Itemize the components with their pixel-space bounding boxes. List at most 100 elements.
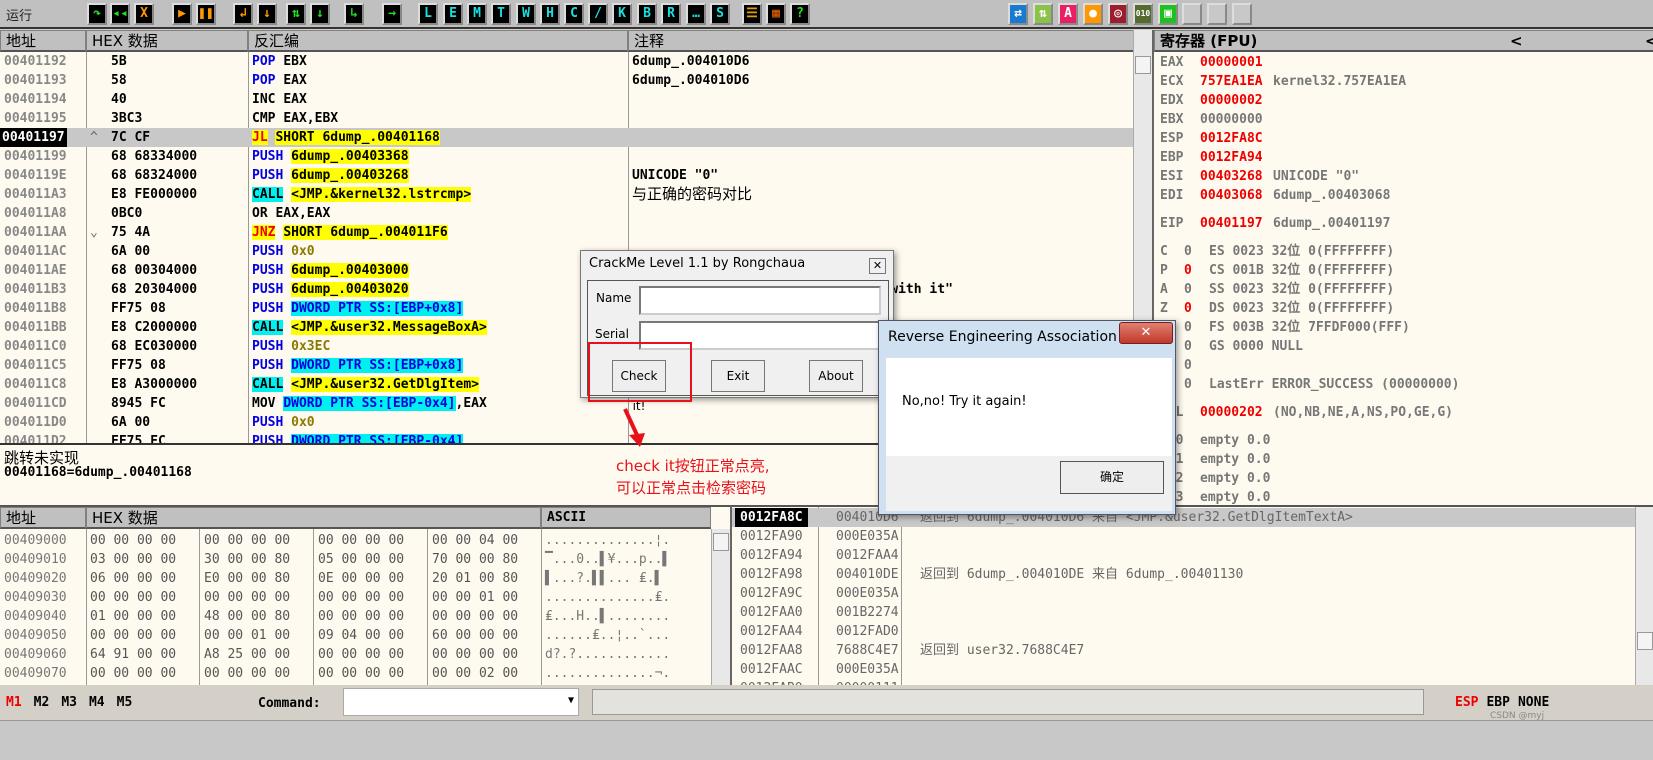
mark-m2[interactable]: M2 <box>34 695 50 710</box>
register-edx[interactable]: EDX 00000002 <box>1160 91 1263 110</box>
toolbar-button-run[interactable]: ↷ <box>87 3 107 25</box>
toolbar-button-t[interactable]: T <box>491 3 511 25</box>
disasm-row[interactable]: 004011A3 E8 FE000000 CALL <JMP.&kernel32.l… <box>0 185 1134 204</box>
toolbar-button-close[interactable]: X <box>134 3 154 25</box>
stack-row[interactable]: 0012FA8C 004010D6 返回到 6dump_.004010D6 来自 <… <box>732 508 1635 527</box>
scroll-thumb[interactable] <box>1637 632 1653 650</box>
collapse-left-icon-2[interactable]: < <box>1645 31 1653 51</box>
stack-row[interactable]: 0012FAA8 7688C4E7 返回到 user32.7688C4E7 <box>732 641 1635 660</box>
toolbar-button-m[interactable]: M <box>467 3 487 25</box>
stack-row[interactable]: 0012FA90 000E035A <box>732 527 1635 546</box>
col-header-address[interactable]: 地址 <box>0 30 86 52</box>
disasm-row[interactable]: 0040119E 68 68324000 PUSH 6dump_.00403268 U… <box>0 166 1134 185</box>
col-header-hex[interactable]: HEX 数据 <box>86 30 248 52</box>
register-eax[interactable]: EAX 00000001 <box>1160 53 1263 72</box>
disasm-row[interactable]: 00401192 5B POP EBX 6dump_.004010D6 <box>0 52 1134 71</box>
toolbar-button-slash[interactable]: / <box>588 3 608 25</box>
toolbar-button-rewind[interactable]: ◂◂ <box>110 3 130 25</box>
toolbar-button-l[interactable]: L <box>418 3 438 25</box>
register-edi[interactable]: EDI 00403068 6dump_.00403068 <box>1160 186 1390 205</box>
stack-scrollbar[interactable] <box>1635 507 1653 685</box>
toolbar-button-s[interactable]: S <box>710 3 730 25</box>
col-header-comment[interactable]: 注释 <box>628 30 1134 52</box>
name-input[interactable] <box>639 286 881 315</box>
toolbar-button-c[interactable]: C <box>564 3 584 25</box>
plugin-button-record[interactable]: ● <box>1083 3 1103 25</box>
stack-row[interactable]: 0012FA98 004010DE 返回到 6dump_.004010DE 来自 6… <box>732 565 1635 584</box>
about-button[interactable]: About <box>809 360 863 392</box>
disasm-row[interactable]: 004011AE68 00304000PUSH 6dump_.00403000"… <box>0 261 1134 280</box>
register-z[interactable]: Z 0 DS 0023 32位 0(FFFFFFFF) <box>1160 299 1394 318</box>
reg-selector-none[interactable]: NONE <box>1518 695 1549 710</box>
toolbar-button-step-into[interactable]: ↲ <box>233 3 253 25</box>
plugin-button-updown[interactable]: ⇅ <box>1033 3 1053 25</box>
toolbar-button-w[interactable]: W <box>516 3 536 25</box>
dump-row[interactable]: 00409070 00 00 00 00 00 00 00 00 00 00 00 0… <box>0 664 711 683</box>
disasm-row[interactable]: 00401193 58 POP EAX 6dump_.004010D6 <box>0 71 1134 90</box>
scroll-thumb[interactable] <box>1135 56 1151 74</box>
toolbar-button-step-over[interactable]: ↓ <box>257 3 277 25</box>
register-ecx[interactable]: ECX 757EA1EA kernel32.757EA1EA <box>1160 72 1406 91</box>
toolbar-button-e[interactable]: E <box>443 3 463 25</box>
disasm-row[interactable]: 00401194 40 INC EAX <box>0 90 1134 109</box>
empty-toolbar-slot[interactable] <box>1232 3 1252 25</box>
toolbar-button-h[interactable]: H <box>540 3 560 25</box>
close-icon[interactable]: ✕ <box>869 258 886 274</box>
mark-m5[interactable]: M5 <box>117 695 133 710</box>
toolbar-button-list[interactable]: ☰ <box>742 3 762 25</box>
dump-row[interactable]: 00409010 03 00 00 00 30 00 00 80 05 00 00 0… <box>0 550 711 569</box>
dump-row[interactable]: 00409020 06 00 00 00 E0 00 00 80 0E 00 00 0… <box>0 569 711 588</box>
dump-header-hex[interactable]: HEX 数据 <box>86 507 541 529</box>
stack-row[interactable]: 0012FA9C 000E035A <box>732 584 1635 603</box>
empty-toolbar-slot[interactable] <box>1207 3 1227 25</box>
register-ebp[interactable]: EBP 0012FA94 <box>1160 148 1263 167</box>
disasm-row[interactable]: 004011A8 0BC0 OR EAX,EAX <box>0 204 1134 223</box>
empty-toolbar-slot[interactable] <box>1182 3 1202 25</box>
exit-button[interactable]: Exit <box>711 360 765 392</box>
collapse-left-icon[interactable]: < <box>1510 31 1523 51</box>
reg-selector-esp[interactable]: ESP <box>1455 695 1478 710</box>
register-esi[interactable]: ESI 00403268 UNICODE "0" <box>1160 167 1359 186</box>
plugin-button-window[interactable]: ▣ <box>1158 3 1178 25</box>
dump-row[interactable]: 00409030 00 00 00 00 00 00 00 00 00 00 00 0… <box>0 588 711 607</box>
disasm-row[interactable]: 004011B368 20304000PUSH 6dump_.00403020"… <box>0 280 1134 299</box>
plugin-button-swap[interactable]: ⇄ <box>1008 3 1028 25</box>
disasm-row[interactable]: 004011B8 FF75 08 PUSH DWORD PTR SS:[EBP+0x… <box>0 299 1134 318</box>
dropdown-arrow-icon[interactable]: ▼ <box>568 695 574 706</box>
toolbar-button-r[interactable]: R <box>661 3 681 25</box>
dump-row[interactable]: 00409060 64 91 00 00 A8 25 00 00 00 00 00 0… <box>0 645 711 664</box>
toolbar-button-grid[interactable]: ▦ <box>766 3 786 25</box>
dump-row[interactable]: 00409050 00 00 00 00 00 00 01 00 09 04 00 0… <box>0 626 711 645</box>
reg-selector-ebp[interactable]: EBP <box>1486 695 1509 710</box>
dump-row[interactable]: 00409040 01 00 00 00 48 00 00 80 00 00 00 0… <box>0 607 711 626</box>
toolbar-button-dots[interactable]: … <box>686 3 706 25</box>
dump-scrollbar[interactable] <box>711 529 730 685</box>
close-icon[interactable]: ✕ <box>1119 322 1173 344</box>
plugin-button-target[interactable]: ◎ <box>1108 3 1128 25</box>
toolbar-button-b[interactable]: B <box>637 3 657 25</box>
stack-row[interactable]: 0012FA94 0012FAA4 <box>732 546 1635 565</box>
toolbar-button-go-to[interactable]: → <box>382 3 402 25</box>
register-c[interactable]: C 0 ES 0023 32位 0(FFFFFFFF) <box>1160 242 1394 261</box>
stack-row[interactable]: 0012FAA0 001B2274 <box>732 603 1635 622</box>
toolbar-button-k[interactable]: K <box>612 3 632 25</box>
disasm-row[interactable]: 00401197 ^ 7C CF JL SHORT 6dump_.00401168 <box>0 128 1134 147</box>
toolbar-button-trace-over[interactable]: ↓ <box>310 3 330 25</box>
plugin-button-a[interactable]: A <box>1058 3 1078 25</box>
toolbar-button-pause[interactable]: ❚❚ <box>196 3 216 25</box>
register-ebx[interactable]: EBX 00000000 <box>1160 110 1263 129</box>
disasm-row[interactable]: 00401195 3BC3 CMP EAX,EBX <box>0 109 1134 128</box>
dump-header-ascii[interactable]: ASCII <box>541 507 711 529</box>
register-esp[interactable]: ESP 0012FA8C <box>1160 129 1263 148</box>
mark-m3[interactable]: M3 <box>61 695 77 710</box>
register-a[interactable]: A 0 SS 0023 32位 0(FFFFFFFF) <box>1160 280 1394 299</box>
mark-m1[interactable]: M1 <box>6 695 22 710</box>
ok-button[interactable]: 确定 <box>1060 461 1164 494</box>
disasm-row[interactable]: 004011AC 6A 00 PUSH 0x0 <box>0 242 1134 261</box>
disasm-row[interactable]: 00401199 68 68334000 PUSH 6dump_.00403368 <box>0 147 1134 166</box>
col-header-disassembly[interactable]: 反汇编 <box>248 30 628 52</box>
stack-row[interactable]: 0012FAB0 00000111 <box>732 679 1635 685</box>
toolbar-button-help[interactable]: ? <box>790 3 810 25</box>
scroll-thumb[interactable] <box>713 533 729 551</box>
command-input[interactable]: ▼ <box>343 688 579 716</box>
